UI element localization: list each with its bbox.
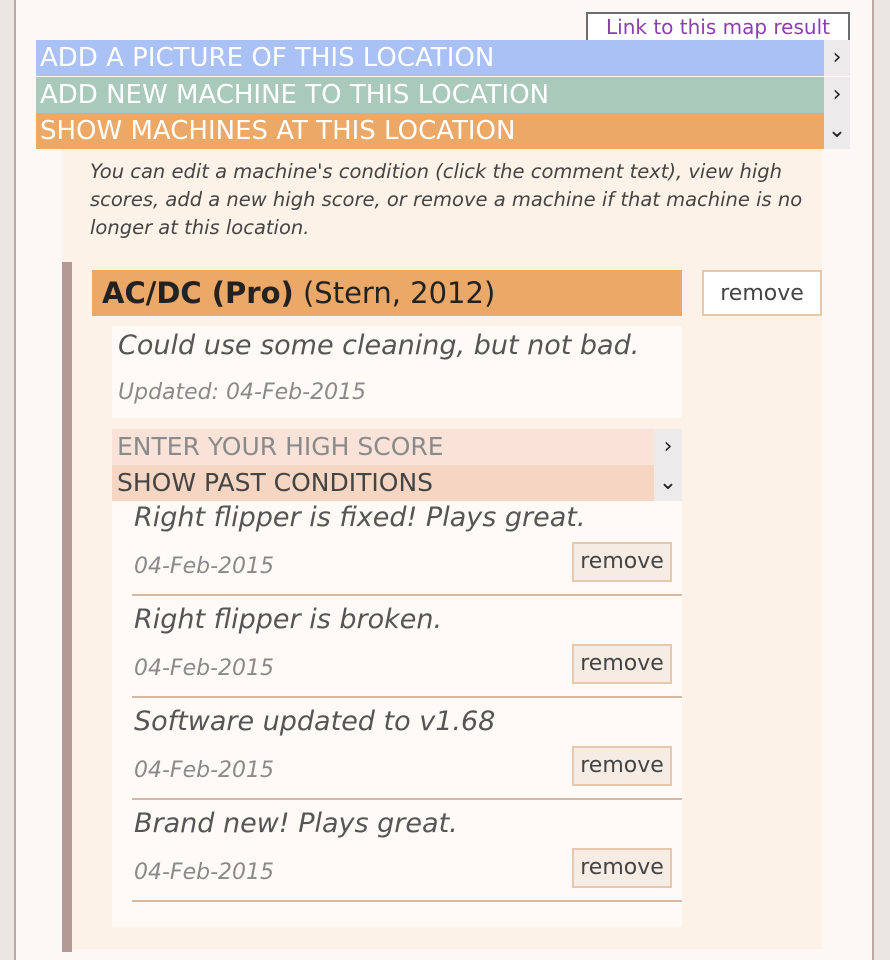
past-condition-text: Right flipper is fixed! Plays great. [134,502,586,533]
remove-condition-button[interactable]: remove [572,644,672,684]
show-machines-label: SHOW MACHINES AT THIS LOCATION [40,116,516,146]
machine-name: AC/DC (Pro) [102,276,294,310]
machine-meta: (Stern, 2012) [302,276,496,310]
machine-title: AC/DC (Pro) (Stern, 2012) [92,270,682,316]
chevron-down-icon: ⌄ [824,113,850,149]
add-machine-toggle[interactable]: ADD NEW MACHINE TO THIS LOCATION › [36,77,850,113]
list-item: Software updated to v1.68 04-Feb-2015 re… [132,698,682,800]
machine-divider [62,262,72,952]
past-condition-date: 04-Feb-2015 [134,860,275,885]
chevron-right-icon: › [824,40,850,76]
map-result-link[interactable]: Link to this map result [586,12,850,42]
past-condition-date: 04-Feb-2015 [134,656,275,681]
past-condition-text: Right flipper is broken. [134,604,443,635]
machines-intro-text: You can edit a machine's condition (clic… [90,160,803,239]
enter-high-score-toggle[interactable]: ENTER YOUR HIGH SCORE › [112,429,682,465]
remove-condition-button[interactable]: remove [572,542,672,582]
list-item: Right flipper is fixed! Plays great. 04-… [132,494,682,596]
enter-high-score-label: ENTER YOUR HIGH SCORE [117,432,444,461]
chevron-right-icon: › [654,429,682,465]
show-machines-toggle[interactable]: SHOW MACHINES AT THIS LOCATION ⌄ [36,113,850,149]
remove-condition-button[interactable]: remove [572,848,672,888]
past-condition-date: 04-Feb-2015 [134,758,275,783]
list-item: Brand new! Plays great. 04-Feb-2015 remo… [132,800,682,902]
past-condition-date: 04-Feb-2015 [134,554,275,579]
chevron-right-icon: › [824,77,850,113]
past-condition-text: Software updated to v1.68 [134,706,496,737]
condition-comment[interactable]: Could use some cleaning, but not bad. [118,330,639,361]
list-item: Right flipper is broken. 04-Feb-2015 rem… [132,596,682,698]
add-picture-label: ADD A PICTURE OF THIS LOCATION [40,43,495,73]
add-machine-label: ADD NEW MACHINE TO THIS LOCATION [40,80,550,110]
past-condition-text: Brand new! Plays great. [134,808,458,839]
remove-condition-button[interactable]: remove [572,746,672,786]
show-past-conditions-label: SHOW PAST CONDITIONS [117,468,434,497]
add-picture-toggle[interactable]: ADD A PICTURE OF THIS LOCATION › [36,40,850,76]
condition-updated: Updated: 04-Feb-2015 [118,380,367,405]
remove-machine-button[interactable]: remove [702,270,822,316]
